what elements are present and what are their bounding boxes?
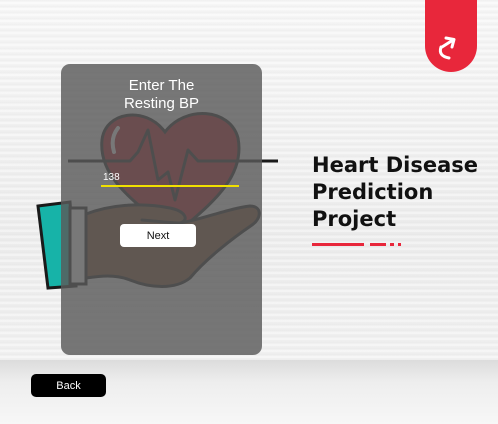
brand-logo-icon [425, 0, 477, 72]
resting-bp-prompt: Enter The Resting BP [123, 77, 200, 112]
resting-bp-input[interactable] [101, 169, 239, 187]
next-button[interactable]: Next [120, 224, 196, 247]
title-underline-decoration [312, 243, 401, 246]
back-button[interactable]: Back [31, 374, 106, 397]
project-title: Heart Disease Prediction Project [312, 153, 478, 231]
